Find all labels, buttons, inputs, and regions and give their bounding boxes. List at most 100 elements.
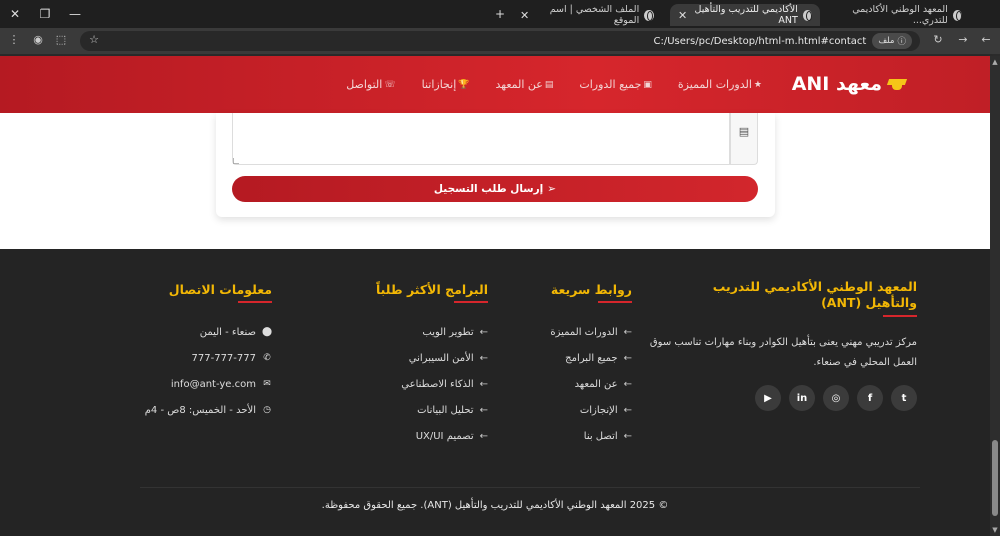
main-nav: ★ الدورات المميزة ▣ جميع الدورات ▤ عن ال… xyxy=(346,78,762,91)
menu-dots-icon[interactable]: ⋮ xyxy=(6,33,22,46)
site-info-chip[interactable]: ملف ⓘ xyxy=(872,33,912,49)
tab-3[interactable]: الملف الشخصي | اسم الموقع ✕ xyxy=(512,4,662,26)
footer-about-title: المعهد الوطني الأكاديمي للتدريب والتأهيل… xyxy=(667,279,917,317)
forward-icon[interactable]: → xyxy=(955,33,971,46)
close-tab-icon[interactable]: ✕ xyxy=(678,9,687,22)
footer-link[interactable]: ← الذكاء الاصطناعي xyxy=(348,371,488,397)
arrow-left-icon: ← xyxy=(479,404,488,416)
courses-icon: ▣ xyxy=(643,79,652,90)
nav-about[interactable]: ▤ عن المعهد xyxy=(495,78,553,91)
browser-tab-strip: ✕ ❐ — + المعهد الوطني الأكاديمي للتدري..… xyxy=(0,0,1000,28)
reload-icon[interactable]: ↻ xyxy=(930,33,946,46)
email-icon: ✉ xyxy=(263,379,271,389)
instagram-icon[interactable]: ◎ xyxy=(823,385,849,411)
arrow-left-icon: ← xyxy=(623,404,632,416)
footer-link[interactable]: ← عن المعهد xyxy=(492,371,632,397)
submit-registration-button[interactable]: ➢ إرسال طلب التسجيل xyxy=(232,176,758,202)
nav-label: عن المعهد xyxy=(495,78,543,91)
programs-title: البرامج الأكثر طلباً xyxy=(376,282,489,303)
link-label: الدورات المميزة xyxy=(550,326,618,338)
nav-label: التواصل xyxy=(346,78,383,91)
scroll-up-icon[interactable]: ▲ xyxy=(991,58,999,66)
building-icon: ▤ xyxy=(544,79,554,90)
facebook-icon[interactable]: f xyxy=(857,385,883,411)
contact-text: صنعاء - اليمن xyxy=(199,326,256,338)
footer-link[interactable]: ← الأمن السيبراني xyxy=(348,345,488,371)
page-scrollbar[interactable]: ▲ ▼ xyxy=(990,56,1000,536)
contact-text: info@ant-ye.com xyxy=(170,378,256,390)
message-textarea[interactable] xyxy=(232,113,730,165)
resize-handle-icon[interactable] xyxy=(233,158,239,164)
contact-item[interactable]: ✉ info@ant-ye.com xyxy=(132,371,272,397)
scroll-thumb[interactable] xyxy=(992,440,998,516)
footer-about: المعهد الوطني الأكاديمي للتدريب والتأهيل… xyxy=(645,279,917,411)
phone-icon: ✆ xyxy=(263,353,271,363)
arrow-left-icon: ← xyxy=(623,378,632,390)
footer-link[interactable]: ← تحليل البيانات xyxy=(348,397,488,423)
link-label: جميع البرامج xyxy=(565,352,618,364)
restore-window-icon[interactable]: ❐ xyxy=(30,0,60,28)
profile-icon[interactable]: ◉ xyxy=(30,33,46,46)
url-text[interactable]: C:/Users/pc/Desktop/html-m.html#contact xyxy=(654,36,867,47)
tab-title: الأكاديمي للتدريب والتأهيل ANT xyxy=(694,4,798,26)
contact-item: ◷ الأحد - الخميس: 8ص - 4م xyxy=(132,397,272,423)
twitter-icon[interactable]: t xyxy=(891,385,917,411)
nav-all-courses[interactable]: ▣ جميع الدورات xyxy=(579,78,652,91)
footer-link[interactable]: ← الإنجازات xyxy=(492,397,632,423)
quick-links-title: روابط سريعة xyxy=(551,282,633,303)
arrow-left-icon: ← xyxy=(623,352,632,364)
send-icon: ➢ xyxy=(547,183,557,195)
tab-title: الملف الشخصي | اسم الموقع xyxy=(549,4,640,26)
bookmark-star-icon[interactable]: ☆ xyxy=(86,33,102,46)
footer-quick-links: روابط سريعة ← الدورات المميزة ← جميع البرا… xyxy=(492,279,633,449)
new-tab-button[interactable]: + xyxy=(485,0,515,28)
globe-icon xyxy=(802,9,812,21)
footer-about-text: مركز تدريبي مهني يعنى بتأهيل الكوادر وبن… xyxy=(649,337,917,368)
back-icon[interactable]: ← xyxy=(978,33,994,46)
message-icon-box: ▤ xyxy=(730,113,758,165)
clock-icon: ◷ xyxy=(263,405,271,415)
footer-link[interactable]: ← تطوير الويب xyxy=(348,319,488,345)
address-bar-row: ⋮ ◉ ⬚ C:/Users/pc/Desktop/html-m.html#co… xyxy=(0,28,1000,54)
link-label: تصميم UX/UI xyxy=(415,430,474,442)
link-label: الذكاء الاصطناعي xyxy=(401,378,474,390)
copyright-text: © 2025 المعهد الوطني الأكاديمي للتدريب و… xyxy=(321,500,669,511)
graduation-cap-icon xyxy=(888,77,906,91)
headset-icon: ☏ xyxy=(384,79,396,90)
site-logo[interactable]: معهد ANI xyxy=(792,73,906,95)
nav-featured-courses[interactable]: ★ الدورات المميزة xyxy=(678,78,762,91)
tab-title: المعهد الوطني الأكاديمي للتدري... xyxy=(852,4,948,26)
info-icon: ⓘ xyxy=(897,37,906,47)
youtube-icon[interactable]: ▶ xyxy=(755,385,781,411)
link-label: عن المعهد xyxy=(574,378,618,390)
omnibox[interactable]: C:/Users/pc/Desktop/html-m.html#contact … xyxy=(80,31,920,51)
contact-title: معلومات الاتصال xyxy=(169,282,273,303)
arrow-left-icon: ← xyxy=(623,326,632,338)
extension-icon[interactable]: ⬚ xyxy=(53,33,69,46)
linkedin-icon[interactable]: in xyxy=(789,385,815,411)
arrow-left-icon: ← xyxy=(479,326,488,338)
footer-link[interactable]: ← جميع البرامج xyxy=(492,345,632,371)
footer-link[interactable]: ← تصميم UX/UI xyxy=(348,423,488,449)
nav-contact[interactable]: ☏ التواصل xyxy=(346,78,395,91)
star-icon: ★ xyxy=(753,79,762,90)
tab-2-active[interactable]: الأكاديمي للتدريب والتأهيل ANT ✕ xyxy=(670,4,820,26)
nav-achievements[interactable]: 🏆 إنجازاتنا xyxy=(422,78,470,91)
nav-label: جميع الدورات xyxy=(579,78,642,91)
nav-label: إنجازاتنا xyxy=(421,78,457,91)
minimize-window-icon[interactable]: — xyxy=(60,0,90,28)
contact-item: ⬤ صنعاء - اليمن xyxy=(132,319,272,345)
close-tab-icon[interactable]: ✕ xyxy=(520,9,529,22)
footer-link[interactable]: ← الدورات المميزة xyxy=(492,319,632,345)
contact-text: 777-777-777 xyxy=(191,352,256,364)
scroll-down-icon[interactable]: ▼ xyxy=(991,526,999,534)
tab-1[interactable]: المعهد الوطني الأكاديمي للتدري... xyxy=(828,4,970,26)
close-window-icon[interactable]: ✕ xyxy=(0,0,30,28)
footer-divider xyxy=(140,487,920,488)
location-icon: ⬤ xyxy=(261,327,273,337)
link-label: الإنجازات xyxy=(579,404,618,416)
footer-link[interactable]: ← اتصل بنا xyxy=(492,423,632,449)
comment-icon: ▤ xyxy=(738,125,750,138)
file-chip-label: ملف xyxy=(878,36,895,46)
nav-label: الدورات المميزة xyxy=(677,78,752,91)
